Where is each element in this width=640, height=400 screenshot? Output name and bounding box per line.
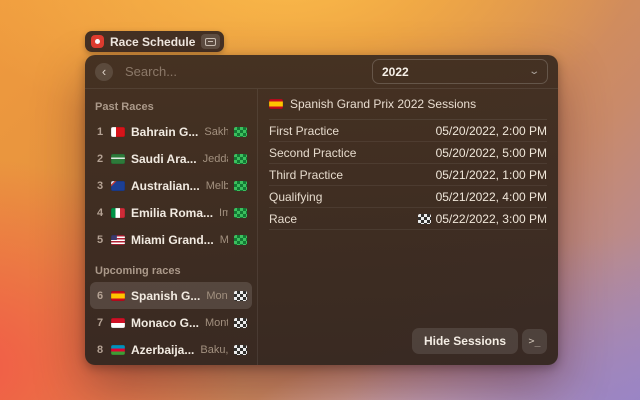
spain-flag-icon (269, 99, 283, 109)
session-datetime-text: 05/21/2022, 4:00 PM (436, 190, 547, 204)
pill-title: Race Schedule (110, 35, 195, 49)
usa-flag-icon (111, 235, 125, 245)
session-label: Second Practice (269, 146, 356, 160)
terminal-prompt-icon[interactable]: >_ (522, 329, 547, 354)
race-number: 5 (95, 234, 105, 246)
race-location: Jeddah, Sa... (203, 153, 228, 165)
search-input[interactable] (123, 63, 362, 80)
race-number: 6 (95, 290, 105, 302)
sessions-panel: Spanish Grand Prix 2022 Sessions First P… (258, 89, 558, 365)
window-pin-icon (205, 38, 216, 46)
bahrain-flag-icon (111, 127, 125, 137)
session-row[interactable]: Qualifying 05/21/2022, 4:00 PM (269, 186, 547, 208)
window-content: Past Races 1 Bahrain G... Sakhir, Bahr... 2 S… (85, 89, 558, 365)
session-datetime: 05/21/2022, 1:00 PM (436, 168, 547, 182)
section-header: Past Races (95, 101, 247, 113)
back-button[interactable]: ‹ (95, 63, 113, 81)
race-list-item[interactable]: 3 Australian... Melbourne,... (90, 172, 252, 199)
race-number: 2 (95, 153, 105, 165)
detach-window-button[interactable] (201, 34, 220, 49)
green-checkered-flag-icon (234, 154, 247, 164)
race-location: Monte-Carl... (205, 317, 228, 329)
desktop-background: Race Schedule ‹ 2022 ⌄ Past Races 1 Bahrai… (0, 0, 640, 400)
checkered-flag-icon (234, 318, 247, 328)
australia-flag-icon (111, 181, 125, 191)
section-header: Upcoming races (95, 265, 247, 277)
session-datetime: 05/20/2022, 2:00 PM (436, 124, 547, 138)
race-list: Past Races 1 Bahrain G... Sakhir, Bahr... 2 S… (85, 89, 258, 365)
race-location: Melbourne,... (206, 180, 228, 192)
italy-flag-icon (111, 208, 125, 218)
checkered-flag-icon (418, 214, 431, 224)
race-title: Monaco G... (131, 316, 199, 330)
year-dropdown[interactable]: 2022 ⌄ (372, 59, 548, 84)
race-location: Imola, Italy (219, 207, 228, 219)
race-location: Sakhir, Bahr... (204, 126, 228, 138)
session-datetime: 05/21/2022, 4:00 PM (436, 190, 547, 204)
spain-flag-icon (111, 291, 125, 301)
green-checkered-flag-icon (234, 181, 247, 191)
race-number: 1 (95, 126, 105, 138)
session-datetime-text: 05/22/2022, 3:00 PM (436, 212, 547, 226)
race-title: Emilia Roma... (131, 206, 213, 220)
azerbaijan-flag-icon (111, 345, 125, 355)
session-datetime-text: 05/21/2022, 1:00 PM (436, 168, 547, 182)
session-row[interactable]: Third Practice 05/21/2022, 1:00 PM (269, 164, 547, 186)
chevron-left-icon: ‹ (102, 64, 106, 79)
race-title: Spanish G... (131, 289, 200, 303)
session-row[interactable]: Second Practice 05/20/2022, 5:00 PM (269, 142, 547, 164)
search-bar: ‹ 2022 ⌄ (85, 55, 558, 89)
chevron-down-icon: ⌄ (528, 66, 540, 77)
race-title: Miami Grand... (131, 233, 214, 247)
monaco-flag-icon (111, 318, 125, 328)
sessions-panel-header: Spanish Grand Prix 2022 Sessions (269, 89, 547, 120)
app-window: ‹ 2022 ⌄ Past Races 1 Bahrain G... Sakhir, … (85, 55, 558, 365)
race-list-item[interactable]: 6 Spanish G... Montmeló,... (90, 282, 252, 309)
race-location: Montmeló,... (206, 290, 228, 302)
race-list-item[interactable]: 4 Emilia Roma... Imola, Italy (90, 199, 252, 226)
race-list-item[interactable]: 1 Bahrain G... Sakhir, Bahr... (90, 118, 252, 145)
session-rows: First Practice 05/20/2022, 2:00 PM Second … (269, 120, 547, 230)
race-title: Saudi Ara... (131, 152, 197, 166)
checkered-flag-icon (234, 291, 247, 301)
sessions-panel-title: Spanish Grand Prix 2022 Sessions (290, 97, 476, 111)
race-schedule-extension-icon (91, 35, 104, 48)
session-label: First Practice (269, 124, 339, 138)
race-title: Bahrain G... (131, 125, 198, 139)
session-label: Race (269, 212, 297, 226)
race-list-item[interactable]: 8 Azerbaija... Baku, Azerb... (90, 336, 252, 363)
race-title: Azerbaija... (131, 343, 194, 357)
action-bar: Hide Sessions >_ (412, 328, 547, 354)
session-label: Third Practice (269, 168, 343, 182)
checkered-flag-icon (234, 345, 247, 355)
race-location: Miami, USA (220, 234, 228, 246)
session-label: Qualifying (269, 190, 322, 204)
green-checkered-flag-icon (234, 208, 247, 218)
race-number: 3 (95, 180, 105, 192)
race-list-item[interactable]: 7 Monaco G... Monte-Carl... (90, 309, 252, 336)
session-datetime: 05/20/2022, 5:00 PM (436, 146, 547, 160)
race-title: Australian... (131, 179, 200, 193)
session-datetime-text: 05/20/2022, 2:00 PM (436, 124, 547, 138)
hide-sessions-button[interactable]: Hide Sessions (412, 328, 518, 354)
race-list-item[interactable]: 2 Saudi Ara... Jeddah, Sa... (90, 145, 252, 172)
session-datetime-text: 05/20/2022, 5:00 PM (436, 146, 547, 160)
menubar-pill[interactable]: Race Schedule (85, 31, 224, 52)
race-number: 4 (95, 207, 105, 219)
race-number: 7 (95, 317, 105, 329)
session-row[interactable]: Race 05/22/2022, 3:00 PM (269, 208, 547, 230)
saudi-arabia-flag-icon (111, 154, 125, 164)
session-row[interactable]: First Practice 05/20/2022, 2:00 PM (269, 120, 547, 142)
race-list-item[interactable]: 9Canadian...Montreal, C... (90, 363, 252, 365)
race-list-item[interactable]: 5 Miami Grand... Miami, USA (90, 226, 252, 253)
race-number: 8 (95, 344, 105, 356)
year-dropdown-value: 2022 (382, 65, 409, 79)
green-checkered-flag-icon (234, 235, 247, 245)
green-checkered-flag-icon (234, 127, 247, 137)
session-datetime: 05/22/2022, 3:00 PM (418, 212, 547, 226)
race-location: Baku, Azerb... (200, 344, 228, 356)
